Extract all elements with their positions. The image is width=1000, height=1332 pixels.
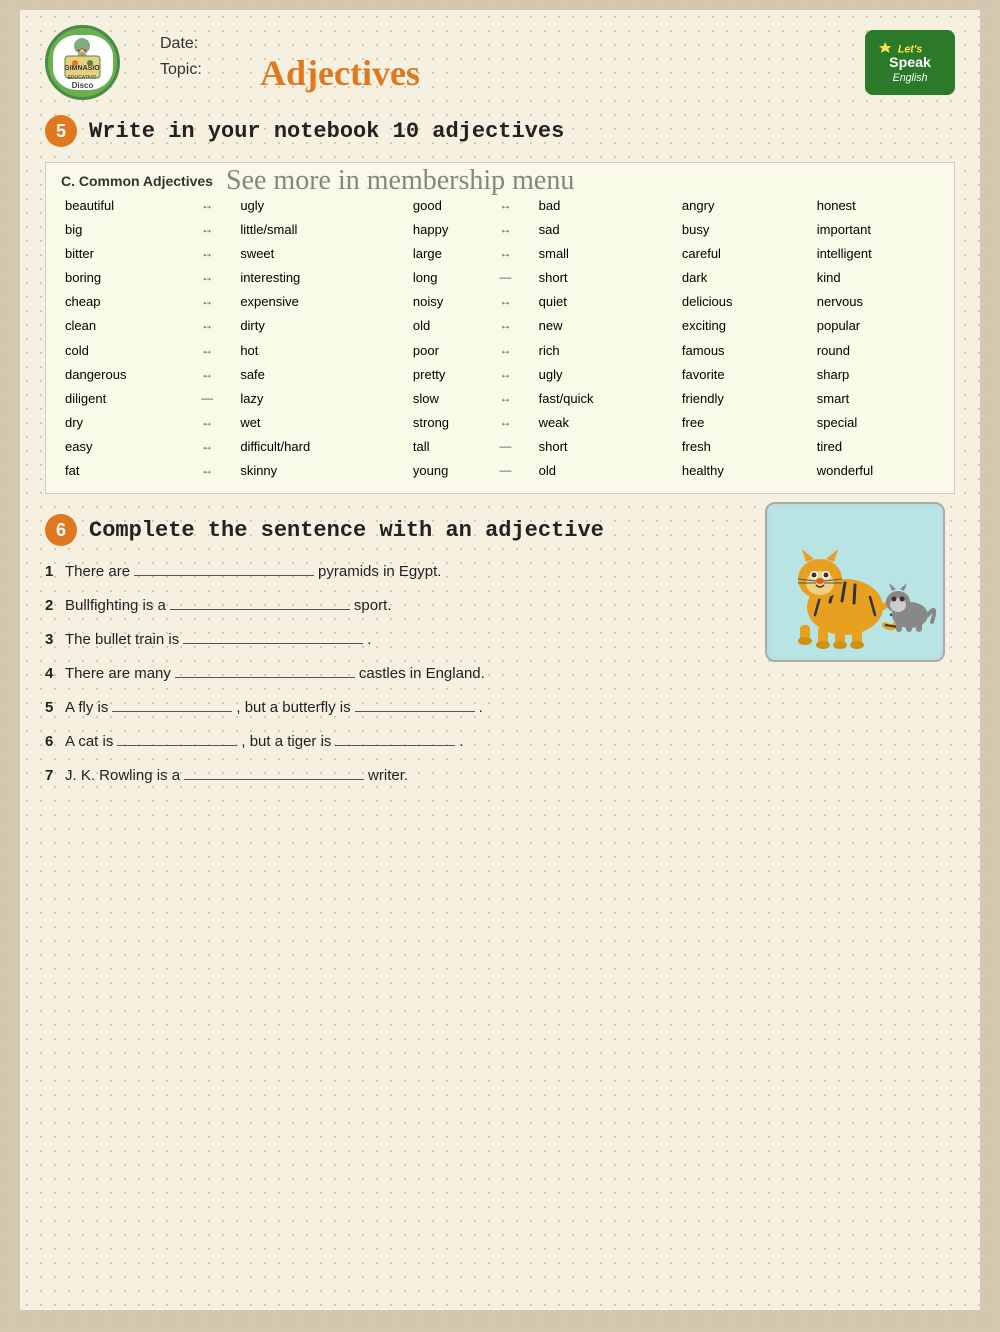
sentence-6-blank2[interactable] (335, 732, 455, 746)
table-row: cheap ↔ expensive noisy ↔ quiet deliciou… (61, 290, 939, 314)
tiger-svg (770, 507, 940, 657)
table-row: fat ↔ skinny young — old healthy wonderf… (61, 459, 939, 483)
sentence-1: 1 There are pyramids in Egypt. (45, 562, 745, 580)
sentence-2-blank[interactable] (170, 596, 350, 610)
sentence-6-num: 6 (45, 733, 57, 750)
sentence-5: 5 A fly is , but a butterfly is . (45, 698, 955, 716)
page: GIMNASIO EDUCATIVO 🏫 Disco Date: Topic: … (20, 10, 980, 1310)
sentence-7-after: writer. (368, 767, 408, 784)
sentence-6-after: . (459, 733, 463, 750)
sentence-1-blank[interactable] (134, 562, 314, 576)
svg-text:Let's: Let's (897, 44, 921, 56)
sentence-5-blank1[interactable] (112, 698, 232, 712)
table-row: boring ↔ interesting long — short dark k… (61, 266, 939, 290)
section6-text: Complete the sentence with an adjective (89, 518, 604, 543)
svg-text:🏫: 🏫 (77, 47, 87, 56)
table-row: dangerous ↔ safe pretty ↔ ugly favorite … (61, 363, 939, 387)
date-label: Date: (160, 35, 198, 52)
sentence-3-after: . (367, 631, 371, 648)
sentence-6-middle: , but a tiger is (241, 733, 331, 750)
table-row: dry ↔ wet strong ↔ weak free special (61, 411, 939, 435)
svg-text:Speak: Speak (889, 55, 931, 71)
section6-number: 6 (45, 514, 77, 546)
sentence-2-num: 2 (45, 597, 57, 614)
table-row: diligent — lazy slow ↔ fast/quick friend… (61, 387, 939, 411)
sentence-7-num: 7 (45, 767, 57, 784)
sentence-6: 6 A cat is , but a tiger is . (45, 732, 955, 750)
sentence-2-before: Bullfighting is a (65, 597, 166, 614)
sentence-7: 7 J. K. Rowling is a writer. (45, 766, 955, 784)
sentence-3: 3 The bullet train is . (45, 630, 745, 648)
page-title: Adjectives (260, 52, 420, 94)
sentence-1-before: There are (65, 563, 130, 580)
table-row: bitter ↔ sweet large ↔ small careful int… (61, 242, 939, 266)
sentence-2: 2 Bullfighting is a sport. (45, 596, 745, 614)
school-logo: GIMNASIO EDUCATIVO 🏫 Disco (45, 25, 120, 100)
section5-number: 5 (45, 115, 77, 147)
sentence-2-after: sport. (354, 597, 392, 614)
table-row: easy ↔ difficult/hard tall — short fresh… (61, 435, 939, 459)
sentence-1-num: 1 (45, 563, 57, 580)
sentence-5-before: A fly is (65, 699, 108, 716)
svg-text:GIMNASIO: GIMNASIO (64, 65, 100, 72)
section6: 6 Complete the sentence with an adjectiv… (45, 514, 955, 800)
date-topic: Date: Topic: (160, 31, 202, 82)
word-beautiful: beautiful (61, 194, 197, 218)
sentence-5-blank2[interactable] (355, 698, 475, 712)
section5-text: Write in your notebook 10 adjectives (89, 119, 564, 144)
adjectives-table: beautiful ↔ ugly good ↔ bad angry honest… (61, 194, 939, 483)
table-row: big ↔ little/small happy ↔ sad busy impo… (61, 218, 939, 242)
sentence-5-num: 5 (45, 699, 57, 716)
membership-banner: See more in membership menu (226, 165, 574, 197)
section5-title: 5 Write in your notebook 10 adjectives (45, 115, 955, 147)
table-row: clean ↔ dirty old ↔ new exciting popular (61, 314, 939, 338)
sentence-4: 4 There are many castles in England. (45, 664, 745, 682)
lets-speak-english-logo: Let's Speak English (865, 30, 955, 95)
table-row: cold ↔ hot poor ↔ rich famous round (61, 339, 939, 363)
adjectives-table-container: C. Common Adjectives See more in members… (45, 162, 955, 494)
header: GIMNASIO EDUCATIVO 🏫 Disco Date: Topic: … (45, 25, 955, 100)
sentence-3-before: The bullet train is (65, 631, 179, 648)
sentence-5-middle: , but a butterfly is (236, 699, 350, 716)
topic-label: Topic: (160, 61, 202, 78)
sentence-6-before: A cat is (65, 733, 113, 750)
sentence-4-before: There are many (65, 665, 171, 682)
sentence-7-before: J. K. Rowling is a (65, 767, 180, 784)
sentences-container: 1 There are pyramids in Egypt. 2 Bullfig… (45, 562, 955, 800)
sentence-6-blank1[interactable] (117, 732, 237, 746)
sentence-3-blank[interactable] (183, 630, 363, 644)
tiger-illustration (765, 502, 945, 662)
sentence-5-after: . (479, 699, 483, 716)
table-row: beautiful ↔ ugly good ↔ bad angry honest (61, 194, 939, 218)
sentence-3-num: 3 (45, 631, 57, 648)
sentence-4-after: castles in England. (359, 665, 485, 682)
sentence-7-blank[interactable] (184, 766, 364, 780)
sentence-4-num: 4 (45, 665, 57, 682)
svg-text:English: English (892, 72, 927, 84)
sentence-1-after: pyramids in Egypt. (318, 563, 441, 580)
sentence-4-blank[interactable] (175, 664, 355, 678)
